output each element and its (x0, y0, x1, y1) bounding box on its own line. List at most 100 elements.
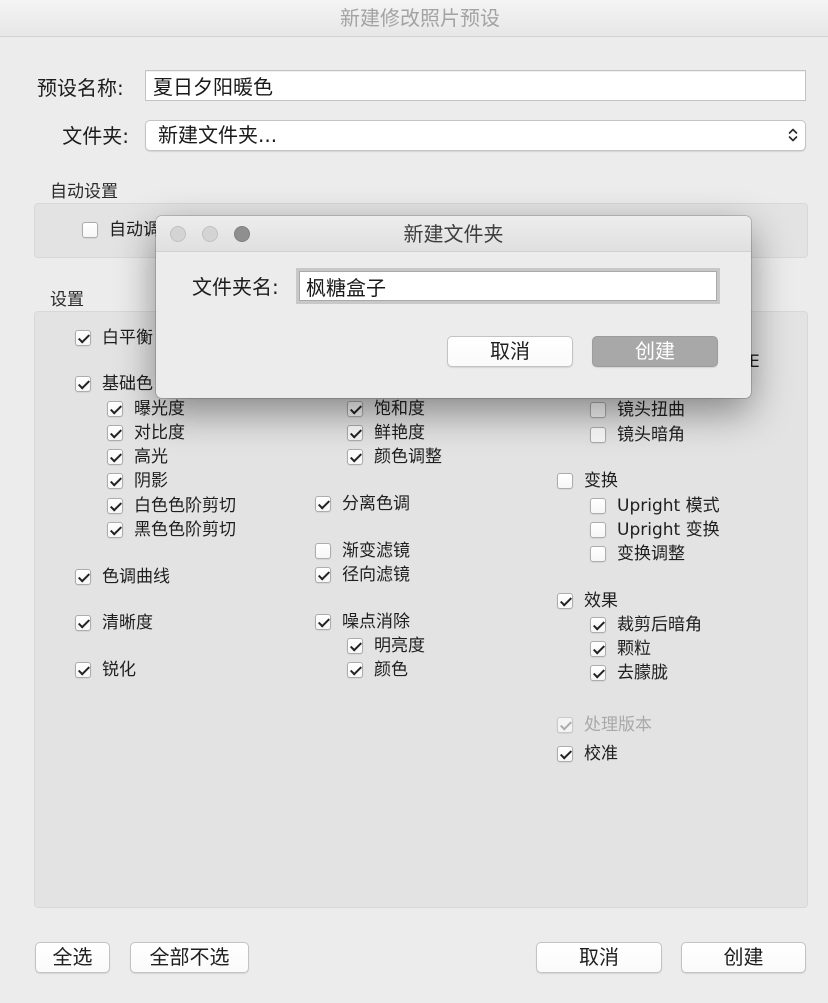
lens-vignetting-checkbox[interactable] (590, 427, 606, 443)
setting-highlights[interactable]: 高光 (107, 445, 168, 469)
setting-white-clipping[interactable]: 白色色阶剪切 (107, 494, 236, 518)
color-nr-checkbox[interactable] (347, 662, 363, 678)
clarity-checkbox[interactable] (75, 615, 91, 631)
setting-exposure[interactable]: 曝光度 (107, 397, 185, 421)
contrast-checkbox[interactable] (107, 425, 123, 441)
setting-white-balance[interactable]: 白平衡 (75, 326, 153, 350)
setting-basic-tone[interactable]: 基础色 (75, 372, 153, 396)
clarity-label: 清晰度 (102, 613, 153, 633)
upright-transforms-label: Upright 变换 (617, 520, 720, 540)
setting-radial-filters[interactable]: 径向滤镜 (315, 563, 410, 587)
setting-calibration[interactable]: 校准 (557, 742, 618, 766)
select-all-button[interactable]: 全选 (35, 942, 110, 973)
tone-curve-checkbox[interactable] (75, 569, 91, 585)
vibrance-checkbox[interactable] (347, 425, 363, 441)
process-version-checkbox (557, 717, 573, 733)
setting-lens-distortion[interactable]: 镜头扭曲 (590, 398, 685, 422)
saturation-label: 饱和度 (374, 399, 425, 419)
color-adjustments-label: 颜色调整 (374, 447, 442, 467)
post-crop-vignetting-checkbox[interactable] (590, 617, 606, 633)
dehaze-checkbox[interactable] (590, 665, 606, 681)
setting-luminance-nr[interactable]: 明亮度 (347, 634, 425, 658)
black-clipping-checkbox[interactable] (107, 522, 123, 538)
setting-color-nr[interactable]: 颜色 (347, 658, 408, 682)
preset-name-input[interactable] (145, 70, 806, 101)
lens-distortion-label: 镜头扭曲 (617, 400, 685, 420)
exposure-checkbox[interactable] (107, 401, 123, 417)
setting-color-adjustments[interactable]: 颜色调整 (347, 445, 442, 469)
setting-dehaze[interactable]: 去朦胧 (590, 661, 668, 685)
upright-mode-checkbox[interactable] (590, 498, 606, 514)
white-clipping-checkbox[interactable] (107, 498, 123, 514)
contrast-label: 对比度 (134, 423, 185, 443)
setting-clarity[interactable]: 清晰度 (75, 611, 153, 635)
basic-tone-checkbox[interactable] (75, 376, 91, 392)
preset-name-label: 预设名称: (37, 76, 124, 100)
setting-grain[interactable]: 颗粒 (590, 637, 651, 661)
setting-vibrance[interactable]: 鲜艳度 (347, 421, 425, 445)
upright-transforms-checkbox[interactable] (590, 522, 606, 538)
setting-tone-curve[interactable]: 色调曲线 (75, 565, 170, 589)
noise-reduction-checkbox[interactable] (315, 614, 331, 630)
dialog-title: 新建文件夹 (403, 222, 504, 246)
setting-process-version: 处理版本 (557, 713, 652, 737)
split-toning-checkbox[interactable] (315, 496, 331, 512)
calibration-checkbox[interactable] (557, 746, 573, 762)
transform-label: 变换 (584, 471, 618, 491)
setting-shadows[interactable]: 阴影 (107, 469, 168, 493)
white-clipping-label: 白色色阶剪切 (134, 496, 236, 516)
basic-tone-label: 基础色 (102, 374, 153, 394)
auto-tone-checkbox[interactable] (82, 222, 98, 238)
setting-upright-mode[interactable]: Upright 模式 (590, 494, 720, 518)
setting-lens-vignetting[interactable]: 镜头暗角 (590, 423, 685, 447)
cancel-button[interactable]: 取消 (536, 942, 662, 973)
shadows-label: 阴影 (134, 471, 168, 491)
color-adjustments-checkbox[interactable] (347, 449, 363, 465)
luminance-nr-checkbox[interactable] (347, 638, 363, 654)
setting-contrast[interactable]: 对比度 (107, 421, 185, 445)
setting-black-clipping[interactable]: 黑色色阶剪切 (107, 518, 236, 542)
effects-label: 效果 (584, 591, 618, 611)
upright-mode-label: Upright 模式 (617, 496, 720, 516)
folder-popup-button[interactable]: 新建文件夹... (145, 120, 806, 151)
setting-effects[interactable]: 效果 (557, 589, 618, 613)
exposure-label: 曝光度 (134, 399, 185, 419)
saturation-checkbox[interactable] (347, 401, 363, 417)
grain-checkbox[interactable] (590, 641, 606, 657)
graduated-filters-checkbox[interactable] (315, 543, 331, 559)
setting-transform[interactable]: 变换 (557, 469, 618, 493)
setting-graduated-filters[interactable]: 渐变滤镜 (315, 539, 410, 563)
setting-noise-reduction[interactable]: 噪点消除 (315, 610, 410, 634)
transform-adjustments-checkbox[interactable] (590, 546, 606, 562)
graduated-filters-label: 渐变滤镜 (342, 541, 410, 561)
setting-sharpening[interactable]: 锐化 (75, 658, 136, 682)
dialog-cancel-button[interactable]: 取消 (447, 336, 573, 367)
highlights-checkbox[interactable] (107, 449, 123, 465)
create-button[interactable]: 创建 (681, 942, 806, 973)
setting-post-crop-vignetting[interactable]: 裁剪后暗角 (590, 613, 702, 637)
radial-filters-checkbox[interactable] (315, 567, 331, 583)
highlights-label: 高光 (134, 447, 168, 467)
lens-vignetting-label: 镜头暗角 (617, 425, 685, 445)
dialog-create-button[interactable]: 创建 (592, 336, 718, 367)
dialog-titlebar: 新建文件夹 (156, 216, 751, 252)
transform-adjustments-label: 变换调整 (617, 544, 685, 564)
setting-upright-transforms[interactable]: Upright 变换 (590, 518, 720, 542)
setting-transform-adjustments[interactable]: 变换调整 (590, 542, 685, 566)
sharpening-label: 锐化 (102, 660, 136, 680)
setting-saturation[interactable]: 饱和度 (347, 397, 425, 421)
lens-distortion-checkbox[interactable] (590, 402, 606, 418)
tone-curve-label: 色调曲线 (102, 567, 170, 587)
auto-settings-title: 自动设置 (50, 182, 118, 202)
effects-checkbox[interactable] (557, 593, 573, 609)
transform-checkbox[interactable] (557, 473, 573, 489)
setting-split-toning[interactable]: 分离色调 (315, 492, 410, 516)
shadows-checkbox[interactable] (107, 473, 123, 489)
select-none-button[interactable]: 全部不选 (130, 942, 249, 973)
setting-auto-tone[interactable]: 自动调 (82, 218, 160, 242)
grain-label: 颗粒 (617, 639, 651, 659)
white-balance-checkbox[interactable] (75, 330, 91, 346)
sharpening-checkbox[interactable] (75, 662, 91, 678)
folder-name-input[interactable] (299, 271, 717, 301)
window-titlebar: 新建修改照片预设 (0, 0, 828, 37)
